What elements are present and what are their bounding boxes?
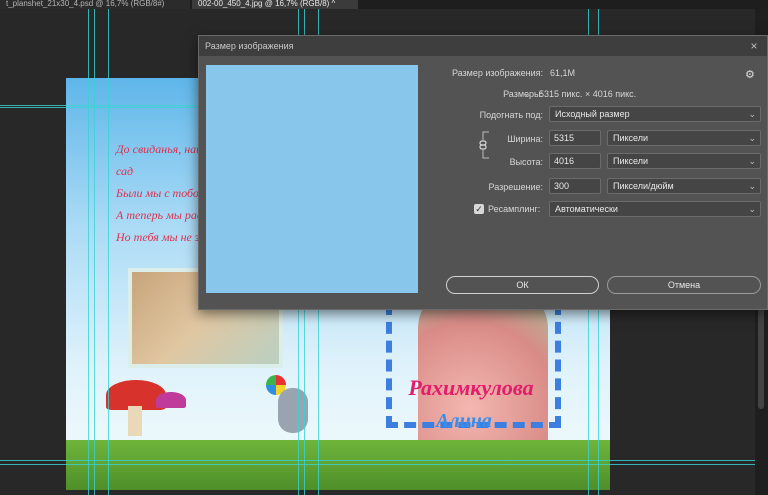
document-tab-bar: t_planshet_21x30_4.psd @ 16,7% (RGB/8#) … <box>0 0 768 9</box>
resample-select[interactable]: Автоматически ⌄ <box>549 201 761 217</box>
height-input[interactable]: 4016 <box>549 153 601 169</box>
resample-checkbox[interactable]: ✓ <box>474 204 484 214</box>
image-size-label: Размер изображения: <box>451 68 543 78</box>
height-unit-select[interactable]: Пиксели ⌄ <box>607 153 761 169</box>
image-size-dialog: Размер изображения × Размер изображения:… <box>198 35 768 310</box>
width-unit-select[interactable]: Пиксели ⌄ <box>607 130 761 146</box>
resolution-label: Разрешение: <box>488 182 543 192</box>
name-text: Рахимкулова <box>408 375 534 400</box>
first-name-text: Алина <box>436 410 492 432</box>
fit-to-value: Исходный размер <box>555 109 630 119</box>
chevron-down-icon: ⌄ <box>748 109 756 119</box>
tab-planshet[interactable]: t_planshet_21x30_4.psd @ 16,7% (RGB/8#) <box>0 0 190 9</box>
chevron-down-icon: ⌄ <box>748 133 756 143</box>
mushroom-decoration-small <box>156 392 186 408</box>
gear-icon[interactable]: ⚙ <box>745 68 755 81</box>
resample-label: Ресамплинг: <box>488 204 541 214</box>
cancel-button[interactable]: Отмена <box>607 276 761 294</box>
chevron-down-icon: ⌄ <box>748 181 756 191</box>
chevron-down-icon: ⌄ <box>748 204 756 214</box>
dialog-title-bar[interactable]: Размер изображения × <box>199 36 767 56</box>
image-size-value: 61,1M <box>550 68 576 78</box>
mushroom-stem <box>128 406 142 436</box>
width-input[interactable]: 5315 <box>549 130 601 146</box>
guide-line <box>108 9 109 495</box>
width-unit-value: Пиксели <box>613 133 649 143</box>
fit-to-label: Подогнать под: <box>479 110 543 120</box>
height-unit-value: Пиксели <box>613 156 649 166</box>
dialog-title: Размер изображения <box>205 41 294 51</box>
dimensions-value: 5315 пикс. × 4016 пикс. <box>539 89 637 99</box>
close-icon[interactable]: × <box>747 39 761 53</box>
grass-decoration <box>66 440 610 490</box>
guide-line <box>88 9 89 495</box>
guide-line <box>0 464 755 465</box>
guide-line <box>0 460 755 461</box>
width-label: Ширина: <box>507 134 543 144</box>
resolution-unit-value: Пиксели/дюйм <box>613 181 674 191</box>
image-preview[interactable] <box>206 65 418 293</box>
chevron-down-icon[interactable]: ⌄ <box>524 89 532 100</box>
resolution-input[interactable]: 300 <box>549 178 601 194</box>
chevron-down-icon: ⌄ <box>748 156 756 166</box>
tab-active-jpg[interactable]: 002-00_450_4.jpg @ 16,7% (RGB/8) ^ <box>192 0 358 9</box>
resolution-unit-select[interactable]: Пиксели/дюйм ⌄ <box>607 178 761 194</box>
ok-button[interactable]: ОК <box>446 276 599 294</box>
fit-to-select[interactable]: Исходный размер ⌄ <box>549 106 761 122</box>
guide-line <box>94 9 95 495</box>
height-label: Высота: <box>509 157 543 167</box>
resample-value: Автоматически <box>555 204 618 214</box>
